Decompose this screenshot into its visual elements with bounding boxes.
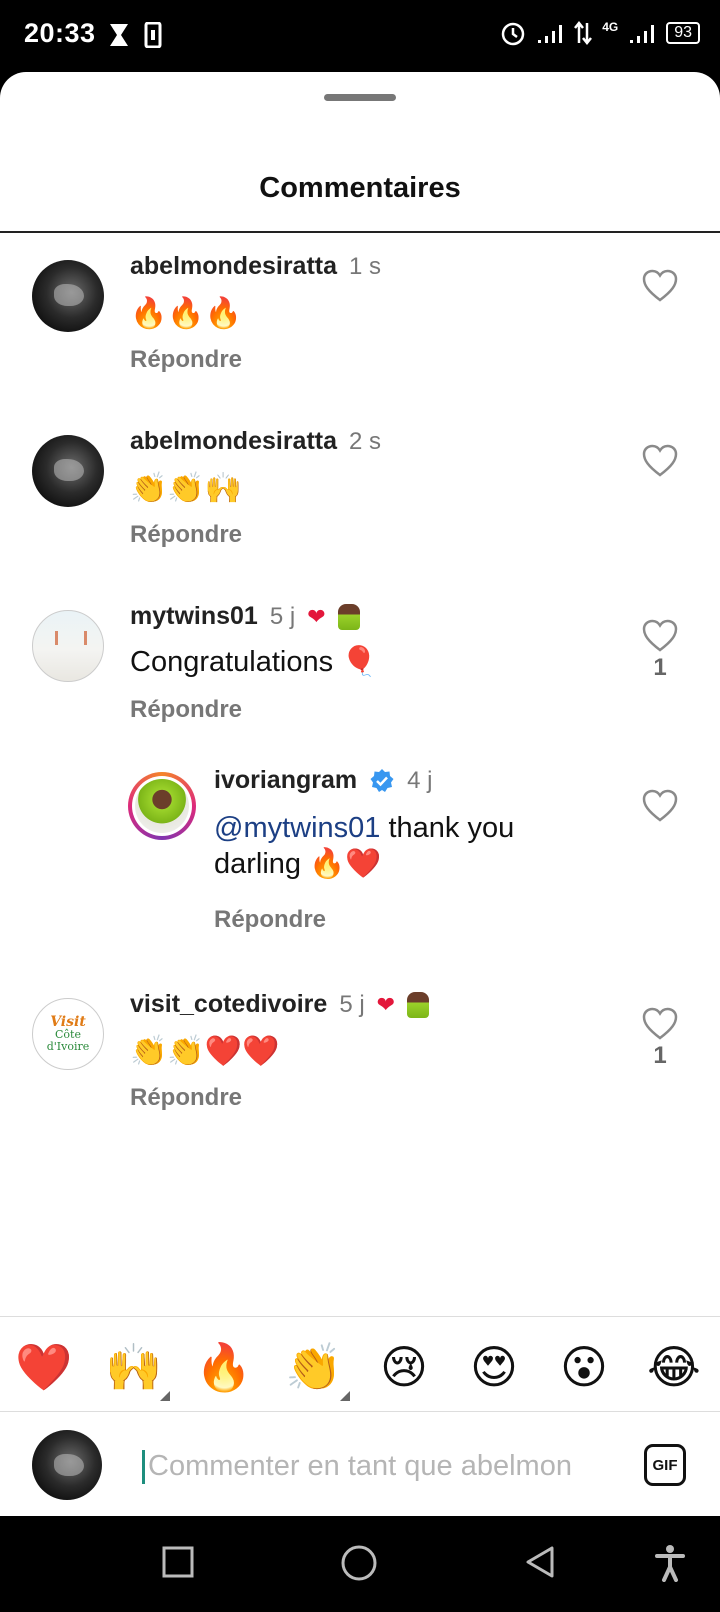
comment-time: 5 j [269,602,296,630]
current-user-avatar [32,1430,102,1500]
comment-text: 👏👏🙌 [130,471,243,506]
comment-username[interactable]: abelmondesiratta [130,427,337,456]
signal-4g-icon [630,25,655,43]
comment-text-line1: thank you [380,812,515,844]
creator-avatar [337,603,360,630]
heart-icon[interactable] [640,786,680,826]
avatar[interactable]: Visit Côte d'Ivoire [32,998,104,1070]
emoji-laughing-button[interactable]: 😂 [644,1337,704,1397]
emoji-crying-button[interactable]: 😢 [374,1337,434,1397]
hourglass-icon [110,24,128,46]
accessibility-icon[interactable] [654,1544,686,1582]
text-caret [142,1450,145,1484]
status-bar: 20:33 4G 93 [0,0,720,72]
visit-cotedivoire-logo: Visit Côte d'Ivoire [46,1013,90,1053]
comment-username[interactable]: abelmondesiratta [130,252,337,281]
comment-input[interactable] [148,1444,608,1488]
comment-time: 1 s [349,252,382,280]
comment-text: 👏👏❤️❤️ [130,1034,280,1069]
verified-badge-icon [370,768,394,792]
comment-item: mytwins01 5 j ❤ Congratulations 🎈 Répond… [0,602,720,762]
system-nav-bar [0,1516,720,1612]
comment-text: 🔥🔥🔥 [130,296,243,331]
drag-handle[interactable] [324,94,396,101]
reply-button[interactable]: Répondre [214,906,326,934]
avatar[interactable] [32,435,104,507]
creator-liked-heart-icon: ❤ [307,603,326,629]
creator-avatar [407,991,430,1018]
heart-icon[interactable] [640,441,680,481]
reply-button[interactable]: Répondre [130,521,242,549]
emoji-heart-button[interactable]: ❤️ [14,1337,74,1397]
comment-text-line2: darling 🔥❤️ [214,848,382,880]
comment-time: 5 j [339,990,365,1018]
status-time: 20:33 [24,18,96,48]
comment-text: Congratulations 🎈 [130,646,378,678]
home-icon[interactable] [340,1544,378,1582]
avatar[interactable] [32,260,104,332]
comment-username[interactable]: ivoriangram [214,766,357,795]
mention-link[interactable]: @mytwins01 [214,812,380,844]
comment-username[interactable]: mytwins01 [130,602,258,631]
avatar[interactable] [32,610,104,682]
emoji-heart-eyes-button[interactable]: 😍 [464,1337,524,1397]
gif-button[interactable]: GIF [644,1444,686,1486]
heart-icon[interactable] [640,1004,680,1044]
divider [0,231,720,233]
creator-liked-heart-icon: ❤ [376,991,396,1017]
reply-item: ivoriangram 4 j @mytwins01 thank you dar… [0,766,720,972]
like-count: 1 [653,654,667,681]
signal-icon [538,25,563,43]
comment-composer: GIF [0,1412,720,1516]
heart-icon[interactable] [640,616,680,656]
emoji-surprised-button[interactable]: 😮 [554,1337,614,1397]
reply-button[interactable]: Répondre [130,346,242,374]
comment-text: @mytwins01 thank you darling 🔥❤️ [214,810,514,882]
reply-button[interactable]: Répondre [130,1084,242,1112]
emoji-fire-button[interactable]: 🔥 [194,1337,254,1397]
reply-button[interactable]: Répondre [130,696,242,724]
data-arrows-icon [574,21,593,45]
comment-item: abelmondesiratta 2 s 👏👏🙌 Répondre [0,427,720,587]
heart-icon[interactable] [640,266,680,306]
comment-username[interactable]: visit_cotedivoire [130,990,327,1019]
phone-icon [144,22,162,48]
back-icon[interactable] [522,1544,558,1580]
comment-item: Visit Côte d'Ivoire visit_cotedivoire 5 j… [0,990,720,1150]
quick-emoji-bar: ❤️ 🙌 🔥 👏 😢 😍 😮 😂 [0,1316,720,1412]
battery-icon: 93 [666,22,700,44]
network-type: 4G [602,20,619,34]
skin-tone-indicator [340,1391,350,1401]
like-count: 1 [653,1042,667,1069]
recent-apps-icon[interactable] [160,1544,196,1580]
emoji-clap-button[interactable]: 👏 [284,1337,344,1397]
skin-tone-indicator [160,1391,170,1401]
emoji-raised-hands-button[interactable]: 🙌 [104,1337,164,1397]
comment-item: abelmondesiratta 1 s 🔥🔥🔥 Répondre [0,252,720,412]
avatar[interactable] [128,772,196,840]
alarm-icon [501,22,525,46]
comments-sheet: Commentaires abelmondesiratta 1 s 🔥🔥🔥 Ré… [0,72,720,1516]
sheet-title: Commentaires [259,172,461,204]
comment-time: 2 s [349,427,382,455]
comment-time: 4 j [407,766,433,794]
